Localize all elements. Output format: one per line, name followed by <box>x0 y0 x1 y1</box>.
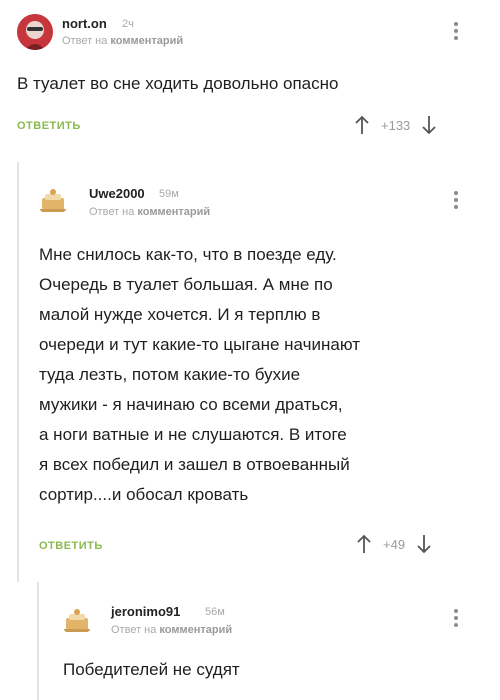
reply-target-link[interactable]: комментарий <box>137 206 210 218</box>
reply-to-info: Ответ на комментарий <box>62 35 183 47</box>
comment-1: nort.on 2ч Ответ на комментарий В туалет… <box>0 0 500 162</box>
comment-text-line: малой нужде хочется. И я терплю в <box>39 305 321 324</box>
more-vertical-icon[interactable] <box>453 609 459 631</box>
comment-text: В туалет во сне ходить довольно опасно <box>17 74 339 93</box>
more-vertical-icon[interactable] <box>453 191 459 213</box>
vote-controls: +49 <box>357 534 431 554</box>
comment-text-line: Очередь в туалет большая. А мне по <box>39 275 333 294</box>
comment-2: Uwe2000 59м Ответ на комментарий Мне сни… <box>17 162 500 582</box>
avatar[interactable] <box>36 182 70 216</box>
reply-prefix: Ответ на <box>111 624 157 636</box>
reply-button[interactable]: ОТВЕТИТЬ <box>39 540 103 552</box>
vote-controls: +133 <box>355 115 436 135</box>
comment-text-line: мужики - я начинаю со всеми драться, <box>39 395 343 414</box>
comment-text-line: а ноги ватные и не слушаются. В итоге <box>39 425 347 444</box>
arrow-up-icon[interactable] <box>355 115 369 135</box>
reply-target-link[interactable]: комментарий <box>159 624 232 636</box>
avatar[interactable] <box>17 14 53 50</box>
timestamp: 2ч <box>122 18 134 30</box>
arrow-down-icon[interactable] <box>417 534 431 554</box>
username[interactable]: jeronimo91 <box>111 604 180 619</box>
comment-3: jeronimo91 56м Ответ на комментарий Побе… <box>37 582 500 700</box>
avatar[interactable] <box>60 602 94 636</box>
reply-to-info: Ответ на комментарий <box>89 206 210 218</box>
comment-text-line: Мне снилось как-то, что в поезде еду. <box>39 245 337 264</box>
reply-prefix: Ответ на <box>62 35 108 47</box>
more-vertical-icon[interactable] <box>453 22 459 44</box>
rating: +49 <box>383 536 406 552</box>
reply-to-info: Ответ на комментарий <box>111 624 232 636</box>
username[interactable]: Uwe2000 <box>89 186 145 201</box>
reply-button[interactable]: ОТВЕТИТЬ <box>17 120 81 132</box>
arrow-up-icon[interactable] <box>357 534 371 554</box>
comment-text-line: туда лезть, потом какие-то бухие <box>39 365 301 384</box>
username[interactable]: nort.on <box>62 16 107 31</box>
timestamp: 59м <box>159 188 179 200</box>
comment-text: Победителей не судят <box>63 660 240 679</box>
reply-prefix: Ответ на <box>89 206 135 218</box>
rating: +133 <box>381 117 411 133</box>
arrow-down-icon[interactable] <box>422 115 436 135</box>
comment-text-line: я всех победил и зашел в отвоеванный <box>39 455 350 474</box>
comment-text-line: сортир....и обосал кровать <box>39 485 249 504</box>
reply-target-link[interactable]: комментарий <box>110 35 183 47</box>
comment-text: Мне снилось как-то, что в поезде еду. Оч… <box>39 240 360 510</box>
comment-text-line: очереди и тут какие-то цыгане начинают <box>39 335 360 354</box>
timestamp: 56м <box>205 606 225 618</box>
